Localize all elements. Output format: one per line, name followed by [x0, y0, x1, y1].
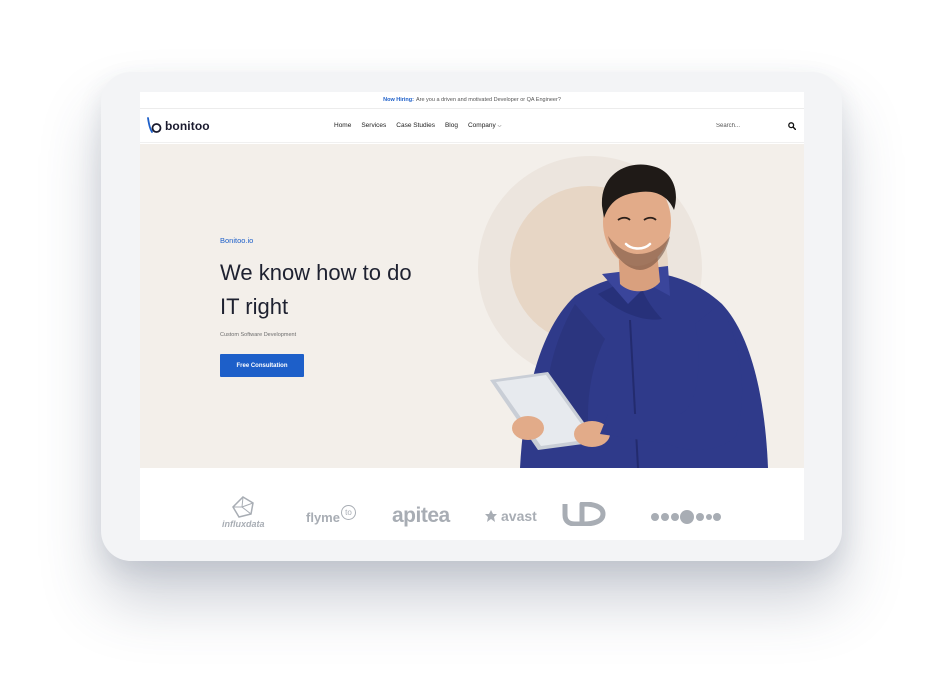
announcement-bar[interactable]: Now Hiring: Are you a driven and motivat… — [140, 92, 804, 109]
browser-screen: Now Hiring: Are you a driven and motivat… — [140, 92, 804, 540]
search-icon[interactable] — [788, 121, 796, 130]
client-logo-ud[interactable]: UD — [562, 502, 606, 526]
hero-headline-line1: We know how to do — [220, 260, 412, 285]
client-logo-influxdata[interactable]: influxdata — [222, 496, 265, 529]
influxdata-wordmark: influxdata — [222, 519, 265, 529]
bonitoo-logo-mark — [147, 116, 162, 133]
nav-menu: Home Services Case Studies Blog Company … — [334, 122, 501, 129]
announcement-text[interactable]: Are you a driven and motivated Developer… — [416, 97, 561, 103]
main-navbar: bonitoo Home Services Case Studies Blog … — [140, 109, 804, 143]
free-consultation-button[interactable]: Free Consultation — [220, 354, 304, 377]
chevron-down-icon: ⌵ — [497, 123, 502, 129]
client-logo-apitea[interactable]: apitea — [392, 504, 450, 528]
influxdata-icon — [232, 496, 255, 518]
hero-headline: We know how to do IT right — [220, 256, 480, 324]
hero-section: Bonitoo.io We know how to do IT right Cu… — [140, 144, 804, 468]
nav-item-home[interactable]: Home — [334, 122, 351, 129]
client-logo-flyme[interactable]: flyme to — [306, 505, 356, 525]
ud-logo-mark — [562, 502, 606, 526]
avast-icon — [485, 510, 497, 522]
nav-item-company-label: Company — [467, 122, 496, 129]
site-logo[interactable]: bonitoo — [146, 116, 210, 135]
client-logos-strip: influxdata flyme to apitea avast UD — [140, 468, 804, 540]
nav-item-case-studies[interactable]: Case Studies — [396, 122, 435, 129]
avast-wordmark: avast — [501, 508, 537, 524]
flyme-wordmark: flyme — [306, 510, 340, 525]
nav-item-company[interactable]: Company ⌵ — [468, 122, 501, 129]
hero-eyebrow: Bonitoo.io — [220, 236, 254, 245]
brand-name: bonitoo — [165, 118, 210, 133]
search-box — [716, 121, 796, 130]
hero-headline-line2: IT right — [220, 294, 289, 319]
apitea-wordmark: apitea — [392, 504, 450, 527]
nav-item-services[interactable]: Services — [361, 122, 386, 129]
client-logo-dots[interactable] — [650, 509, 722, 525]
dots-logo-mark — [651, 510, 721, 524]
hero-subtitle: Custom Software Development — [220, 332, 297, 338]
flyme-badge: to — [340, 505, 356, 520]
search-input[interactable] — [716, 122, 750, 129]
hero-person-image — [490, 164, 768, 468]
client-logo-avast[interactable]: avast — [484, 508, 537, 524]
announcement-highlight[interactable]: Now Hiring: — [383, 97, 414, 103]
nav-item-blog[interactable]: Blog — [445, 122, 458, 129]
